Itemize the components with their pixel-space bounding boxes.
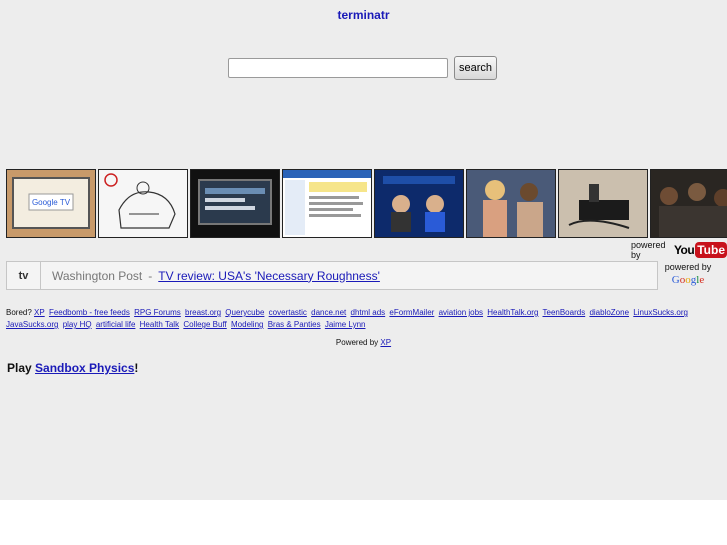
bored-link[interactable]: play HQ bbox=[63, 320, 92, 329]
wrestlers-thumbnail-icon bbox=[467, 170, 555, 237]
bored-link[interactable]: College Buff bbox=[183, 320, 226, 329]
bored-link[interactable]: Jaime Lynn bbox=[325, 320, 366, 329]
news-headline-link[interactable]: TV review: USA's 'Necessary Roughness' bbox=[158, 269, 380, 283]
bored-link[interactable]: breast.org bbox=[185, 308, 221, 317]
bored-link[interactable]: aviation jobs bbox=[439, 308, 483, 317]
site-title[interactable]: terminatr bbox=[0, 8, 727, 22]
youtube-powered-by: powered by You Tube bbox=[631, 240, 727, 260]
news-weather-thumbnail-icon bbox=[375, 170, 463, 237]
video-thumbnail-people[interactable] bbox=[650, 169, 727, 238]
svg-text:Google TV: Google TV bbox=[32, 198, 71, 207]
search-button[interactable]: search bbox=[454, 56, 498, 80]
bored-link[interactable]: Querycube bbox=[225, 308, 264, 317]
tv-screen-thumbnail-icon bbox=[191, 170, 279, 237]
bored-links-list: Bored? XP Feedbomb - free feeds RPG Foru… bbox=[6, 307, 722, 331]
google-powered-label: powered by bbox=[664, 262, 712, 272]
bored-link[interactable]: XP bbox=[34, 308, 45, 317]
powered-by-footer: Powered by XP bbox=[0, 338, 727, 347]
bored-link[interactable]: diabloZone bbox=[589, 308, 629, 317]
video-thumbnail-web-page[interactable] bbox=[282, 169, 372, 238]
bored-label: Bored? bbox=[6, 308, 32, 317]
powered-by-xp-link[interactable]: XP bbox=[380, 338, 391, 347]
bored-link[interactable]: Feedbomb - free feeds bbox=[49, 308, 130, 317]
search-input[interactable] bbox=[228, 58, 448, 78]
google-logo[interactable]: Google bbox=[663, 274, 713, 286]
youtube-powered-label: powered by bbox=[631, 240, 666, 260]
bored-link[interactable]: TeenBoards bbox=[543, 308, 586, 317]
bored-link[interactable]: Modeling bbox=[231, 320, 263, 329]
play-suffix: ! bbox=[134, 361, 139, 375]
bored-link[interactable]: dance.net bbox=[311, 308, 346, 317]
bored-link[interactable]: dhtml ads bbox=[351, 308, 386, 317]
powered-by-label: Powered by bbox=[335, 338, 379, 347]
bored-link[interactable]: Health Talk bbox=[140, 320, 179, 329]
youtube-logo[interactable]: You Tube bbox=[674, 242, 727, 258]
bored-link[interactable]: HealthTalk.org bbox=[487, 308, 538, 317]
video-thumbnail-tv-screen[interactable] bbox=[190, 169, 280, 238]
news-source: Washington Post bbox=[52, 268, 143, 283]
sandbox-physics-link[interactable]: Sandbox Physics bbox=[35, 361, 134, 375]
people-group-thumbnail-icon bbox=[651, 170, 727, 237]
video-thumbnail-news-weather[interactable] bbox=[374, 169, 464, 238]
play-promo: Play Sandbox Physics! bbox=[7, 361, 138, 375]
video-thumbnail-strip: Google TV bbox=[6, 169, 727, 238]
play-prefix: Play bbox=[7, 361, 32, 375]
bored-link[interactable]: JavaSucks.org bbox=[6, 320, 58, 329]
bored-link[interactable]: covertastic bbox=[269, 308, 307, 317]
bored-link[interactable]: Bras & Panties bbox=[268, 320, 321, 329]
news-separator: - bbox=[148, 268, 153, 283]
youtube-logo-tube: Tube bbox=[695, 242, 727, 258]
video-thumbnail-wrestlers[interactable] bbox=[466, 169, 556, 238]
video-thumbnail-cartoon[interactable] bbox=[98, 169, 188, 238]
video-thumbnail-device[interactable] bbox=[558, 169, 648, 238]
page-background: terminatr search Google TV powered by Yo… bbox=[0, 0, 727, 500]
bored-link[interactable]: eFormMailer bbox=[389, 308, 434, 317]
youtube-logo-you: You bbox=[673, 243, 695, 257]
google-tv-thumbnail-icon: Google TV bbox=[7, 170, 95, 237]
bored-link[interactable]: RPG Forums bbox=[134, 308, 181, 317]
web-page-thumbnail-icon bbox=[283, 170, 371, 237]
video-thumbnail-google-tv[interactable]: Google TV bbox=[6, 169, 96, 238]
google-powered-by: powered by Google bbox=[663, 262, 713, 286]
search-bar: search bbox=[228, 56, 498, 80]
device-photo-thumbnail-icon bbox=[559, 170, 647, 237]
cartoon-sketch-thumbnail-icon bbox=[99, 170, 187, 237]
bored-link[interactable]: artificial life bbox=[96, 320, 136, 329]
news-headline-box: tv Washington Post - TV review: USA's 'N… bbox=[6, 261, 658, 290]
bored-link[interactable]: LinuxSucks.org bbox=[633, 308, 688, 317]
news-topic: tv bbox=[7, 262, 41, 289]
